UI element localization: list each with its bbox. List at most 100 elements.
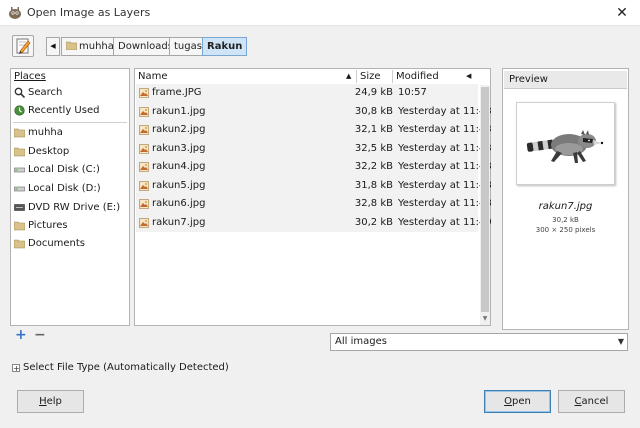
folder-icon <box>14 221 25 231</box>
file-size: 24,9 kB <box>354 87 393 98</box>
place-label: Documents <box>28 238 86 249</box>
help-button[interactable]: Help <box>17 390 84 413</box>
file-size: 32,5 kB <box>354 142 393 154</box>
preview-filesize: 30,2 kB <box>552 216 579 224</box>
file-name: rakun1.jpg <box>152 105 206 117</box>
dvd-icon <box>14 204 25 211</box>
column-header-modified[interactable]: Modified <box>396 69 439 84</box>
close-button[interactable]: ✕ <box>611 3 633 23</box>
file-row[interactable]: rakun4.jpg 32,2 kB Yesterday at 11:48 <box>136 158 492 177</box>
file-list: Name ▲ Size Modified ◀ frame.JPG 24,9 kB 1… <box>134 68 492 326</box>
file-row[interactable]: rakun7.jpg 30,2 kB Yesterday at 11:49 <box>136 213 492 232</box>
mnemonic-letter: H <box>39 396 47 407</box>
file-filter-select[interactable]: All images ▼ <box>330 333 628 351</box>
remove-place-button[interactable]: − <box>34 328 46 342</box>
image-file-icon <box>139 106 149 117</box>
place-label: Recently Used <box>28 105 100 116</box>
raccoon-image <box>526 130 604 163</box>
sort-ascending-icon: ▲ <box>346 72 352 80</box>
cancel-button[interactable]: Cancel <box>558 390 625 413</box>
file-modified: Yesterday at 11:48 <box>398 179 492 191</box>
place-pictures[interactable]: Pictures <box>13 217 127 235</box>
file-name: rakun7.jpg <box>152 216 206 228</box>
file-size: 32,2 kB <box>354 161 393 172</box>
expander-label: Select File Type (Automatically Detected… <box>23 362 229 373</box>
scroll-down-icon[interactable]: ▼ <box>481 315 489 323</box>
file-row[interactable]: rakun5.jpg 31,8 kB Yesterday at 11:48 <box>136 176 492 195</box>
file-name: frame.JPG <box>152 87 202 98</box>
expand-icon[interactable]: + <box>12 364 20 373</box>
file-row[interactable]: rakun2.jpg 32,1 kB Yesterday at 11:43 <box>136 121 492 140</box>
title-bar: Open Image as Layers ✕ <box>0 0 640 26</box>
column-header-name[interactable]: Name <box>138 69 168 84</box>
drive-icon <box>14 186 25 192</box>
scrollbar-thumb[interactable] <box>481 87 489 312</box>
place-desktop[interactable]: Desktop <box>13 143 127 161</box>
folder-icon <box>65 41 78 51</box>
column-collapse-icon: ◀ <box>466 72 472 80</box>
file-row[interactable]: rakun6.jpg 32,8 kB Yesterday at 11:48 <box>136 195 492 214</box>
file-size: 32,1 kB <box>354 124 393 135</box>
mnemonic-letter: C <box>574 396 582 407</box>
places-header: Places <box>14 71 46 82</box>
place-local-disk-c[interactable]: Local Disk (C:) <box>13 161 127 179</box>
place-search[interactable]: Search <box>13 84 127 102</box>
file-name: rakun4.jpg <box>152 161 206 172</box>
places-panel: Places Search Recently Used muhha Deskto… <box>10 68 130 326</box>
recent-icon <box>14 105 25 116</box>
image-file-icon <box>139 88 149 98</box>
file-modified: Yesterday at 11:48 <box>398 161 492 172</box>
chevron-down-icon[interactable]: ▼ <box>615 335 627 349</box>
places-separator <box>13 122 127 123</box>
place-recently-used[interactable]: Recently Used <box>13 102 127 120</box>
file-row[interactable]: rakun3.jpg 32,5 kB Yesterday at 11:43 <box>136 139 492 158</box>
preview-dimensions: 300 × 250 pixels <box>535 226 596 234</box>
file-name: rakun3.jpg <box>152 142 206 154</box>
column-separator <box>356 70 357 83</box>
add-place-button[interactable]: + <box>15 328 27 342</box>
crumb-rakun[interactable]: Rakun <box>202 37 248 56</box>
file-size: 31,8 kB <box>354 179 393 191</box>
file-name: rakun5.jpg <box>152 179 206 191</box>
open-button[interactable]: Open <box>484 390 551 413</box>
file-size: 30,8 kB <box>354 105 393 117</box>
crumb-label: muhha <box>79 41 114 52</box>
image-file-icon <box>139 180 149 191</box>
preview-title: Preview <box>509 74 548 85</box>
folder-icon <box>14 147 25 157</box>
file-modified: Yesterday at 11:43 <box>398 142 492 154</box>
place-dvd-drive[interactable]: DVD RW Drive (E:) <box>13 199 127 217</box>
file-size: 30,2 kB <box>354 216 393 228</box>
image-file-icon <box>139 143 149 154</box>
file-row[interactable]: frame.JPG 24,9 kB 10:57 <box>136 84 478 103</box>
file-name: rakun6.jpg <box>152 198 206 209</box>
edit-location-button[interactable] <box>12 35 34 57</box>
gimp-icon <box>8 6 22 20</box>
vertical-scrollbar[interactable]: ▼ <box>480 85 490 325</box>
folder-icon <box>14 128 25 138</box>
place-muhha[interactable]: muhha <box>13 124 127 142</box>
path-back-button[interactable]: ◀ <box>46 37 60 56</box>
place-label: Pictures <box>28 220 68 231</box>
select-file-type-expander[interactable]: + Select File Type (Automatically Detect… <box>12 362 229 376</box>
file-modified: 10:57 <box>398 87 427 98</box>
drive-icon <box>14 167 25 173</box>
image-file-icon <box>139 125 149 135</box>
file-name: rakun2.jpg <box>152 124 206 135</box>
file-rows: frame.JPG 24,9 kB 10:57 rakun1.jpg 30,8 kB Ye… <box>136 84 492 232</box>
place-label: muhha <box>28 127 63 138</box>
search-icon <box>14 87 25 98</box>
place-label: Desktop <box>28 146 70 157</box>
file-size: 32,8 kB <box>354 198 393 209</box>
file-row[interactable]: rakun1.jpg 30,8 kB Yesterday at 11:43 <box>136 102 492 121</box>
place-local-disk-d[interactable]: Local Disk (D:) <box>13 180 127 198</box>
place-documents[interactable]: Documents <box>13 235 127 253</box>
image-file-icon <box>139 217 149 228</box>
file-modified: Yesterday at 11:49 <box>398 216 492 228</box>
column-header-size[interactable]: Size <box>360 69 381 84</box>
image-file-icon <box>139 199 149 209</box>
crumb-muhha[interactable]: muhha <box>61 37 119 56</box>
pencil-edit-icon <box>16 38 31 54</box>
place-label: Local Disk (D:) <box>28 183 101 194</box>
image-file-icon <box>139 162 149 172</box>
